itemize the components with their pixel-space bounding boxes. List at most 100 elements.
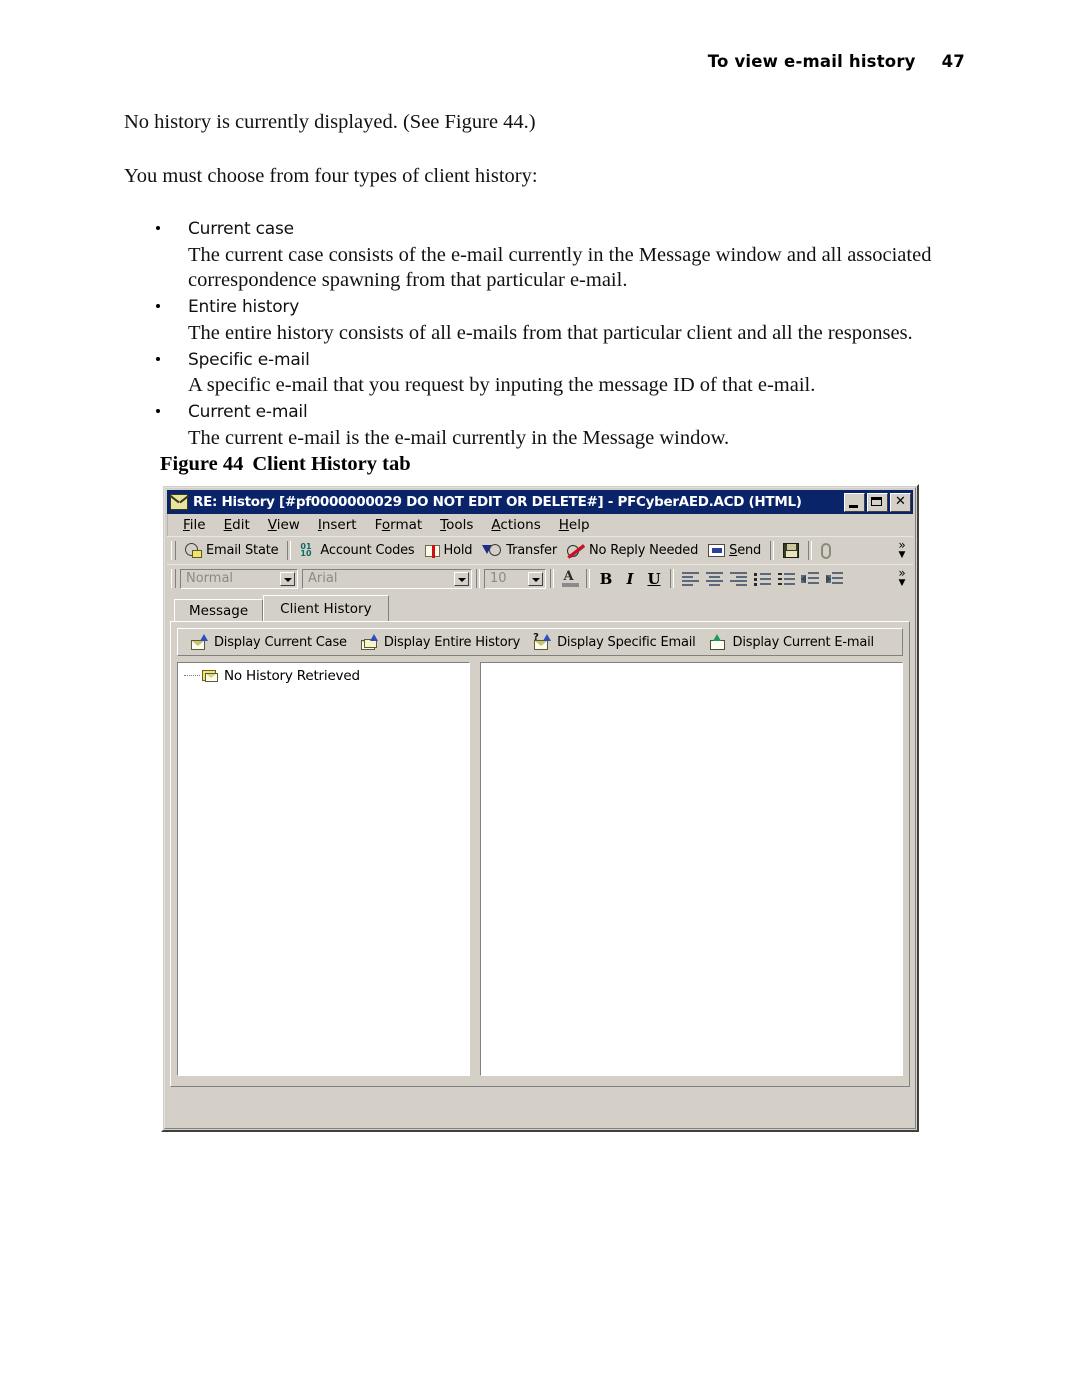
display-entire-history-button[interactable]: Display Entire History [354,631,527,654]
email-state-button[interactable]: Email State [180,540,283,562]
window-title: RE: History [#pf0000000029 DO NOT EDIT O… [193,494,802,510]
align-right-button[interactable] [726,568,750,590]
attach-file-button[interactable] [816,540,836,562]
intro-paragraph: No history is currently displayed. (See … [124,111,536,133]
toolbar-separator [586,569,590,588]
bullet-description: A specific e-mail that you request by in… [188,374,816,397]
chevron-down-icon: ▼ [898,578,906,588]
display-specific-email-button[interactable]: ? Display Specific Email [527,631,702,654]
no-reply-needed-label: No Reply Needed [588,543,699,558]
list-item: Specific e-mail A specific e-mail that y… [124,348,964,399]
menu-item-format[interactable]: Format [366,515,432,535]
display-current-case-label: Display Current Case [214,634,347,650]
history-types-list: Current case The current case consists o… [124,217,964,451]
toolbar-separator [770,541,775,560]
align-left-button[interactable] [678,568,702,590]
account-codes-label: Account Codes [320,543,415,558]
italic-button[interactable]: I [618,568,642,590]
paragraph-style-value: Normal [186,571,234,586]
hold-button[interactable]: Hold [420,540,478,562]
toolbar-grip[interactable] [171,541,176,560]
history-preview-pane[interactable] [480,662,903,1076]
bullet-label: Current case [188,219,294,240]
menu-item-insert[interactable]: Insert [309,515,366,535]
bullet-dot-icon [156,303,160,308]
toolbar-grip[interactable] [171,569,176,588]
paragraph-style-select[interactable]: Normal [180,568,298,589]
save-button[interactable] [778,540,804,562]
send-button[interactable]: Send [703,540,766,562]
indent-button[interactable] [822,568,846,590]
outdent-button[interactable] [798,568,822,590]
tab-strip: Message Client History [167,595,913,621]
bullet-label: Entire history [188,296,300,317]
menu-item-tools[interactable]: Tools [431,515,482,535]
bold-button[interactable]: B [594,568,618,590]
chevron-down-icon[interactable] [280,571,295,586]
menu-item-help[interactable]: Help [550,515,599,535]
figure-caption-number: Figure 44 [160,453,244,475]
toolbar-overflow-button[interactable]: » ▼ [895,539,909,560]
align-left-icon [681,572,699,586]
menu-item-edit[interactable]: Edit [215,515,259,535]
display-current-email-icon [709,633,727,650]
folder-envelope-icon [202,669,219,683]
chevron-down-icon[interactable] [528,571,543,586]
toolbar-separator [670,569,674,588]
display-current-case-button[interactable]: Display Current Case [184,631,354,654]
numbered-list-button[interactable] [774,568,798,590]
history-panes: No History Retrieved [177,662,903,1076]
hold-icon [424,544,440,558]
menu-item-view[interactable]: View [259,515,309,535]
tab-message[interactable]: Message [174,599,264,621]
display-current-email-label: Display Current E-mail [732,634,875,650]
transfer-icon [482,543,502,558]
align-center-button[interactable] [702,568,726,590]
bullet-label: Current e-mail [188,402,308,423]
display-current-email-button[interactable]: Display Current E-mail [703,631,881,654]
bullet-description: The current case consists of the e-mail … [188,243,932,291]
menu-bar: File Edit View Insert Format Tools Actio… [167,514,913,536]
display-specific-email-icon: ? [533,632,552,650]
tree-item-no-history[interactable]: No History Retrieved [178,663,469,684]
page-number: 47 [941,52,965,71]
account-codes-button[interactable]: 01 10 Account Codes [295,540,419,562]
display-entire-history-label: Display Entire History [383,634,521,650]
toolbar-separator [476,569,480,588]
font-color-button[interactable]: A [558,568,582,590]
toolbar-separator [808,541,813,560]
menu-item-actions[interactable]: Actions [482,515,549,535]
font-size-value: 10 [490,571,507,586]
list-item: Current case The current case consists o… [124,217,964,293]
maximize-button[interactable] [867,492,888,512]
format-toolbar-overflow-button[interactable]: » ▼ [895,567,909,588]
close-button[interactable]: ✕ [890,492,911,512]
chevron-down-icon: ▼ [898,550,906,560]
page-header-title: To view e-mail history [707,52,916,71]
close-icon: ✕ [895,494,906,509]
paperclip-icon [821,542,832,559]
outdent-icon [801,572,819,585]
bullet-description: The current e-mail is the e-mail current… [188,426,730,449]
history-toolbar: Display Current Case Display Entire Hist… [177,628,903,656]
document-body: No history is currently displayed. (See … [124,110,964,453]
bullet-dot-icon [156,409,160,414]
no-reply-needed-button[interactable]: No Reply Needed [562,540,703,562]
figure-caption-text: Client History tab [252,453,411,475]
history-tree-pane[interactable]: No History Retrieved [177,662,470,1076]
transfer-button[interactable]: Transfer [477,540,562,562]
main-toolbar: Email State 01 10 Account Codes Hold Tran… [167,536,913,564]
tab-client-history[interactable]: Client History [263,595,389,621]
window-title-bar: RE: History [#pf0000000029 DO NOT EDIT O… [167,490,913,514]
chevron-down-icon[interactable] [454,571,469,586]
menu-item-file[interactable]: File [174,515,215,535]
font-size-select[interactable]: 10 [484,568,546,589]
bullet-label: Specific e-mail [188,349,310,370]
font-family-select[interactable]: Arial [302,568,472,589]
page-running-header: To view e-mail history 47 [708,52,965,71]
underline-button[interactable]: U [642,568,666,590]
minimize-button[interactable] [844,492,865,512]
lead-in-paragraph: You must choose from four types of clien… [124,164,538,187]
figure-caption: Figure 44 Client History tab [160,453,411,476]
bullet-list-button[interactable] [750,568,774,590]
